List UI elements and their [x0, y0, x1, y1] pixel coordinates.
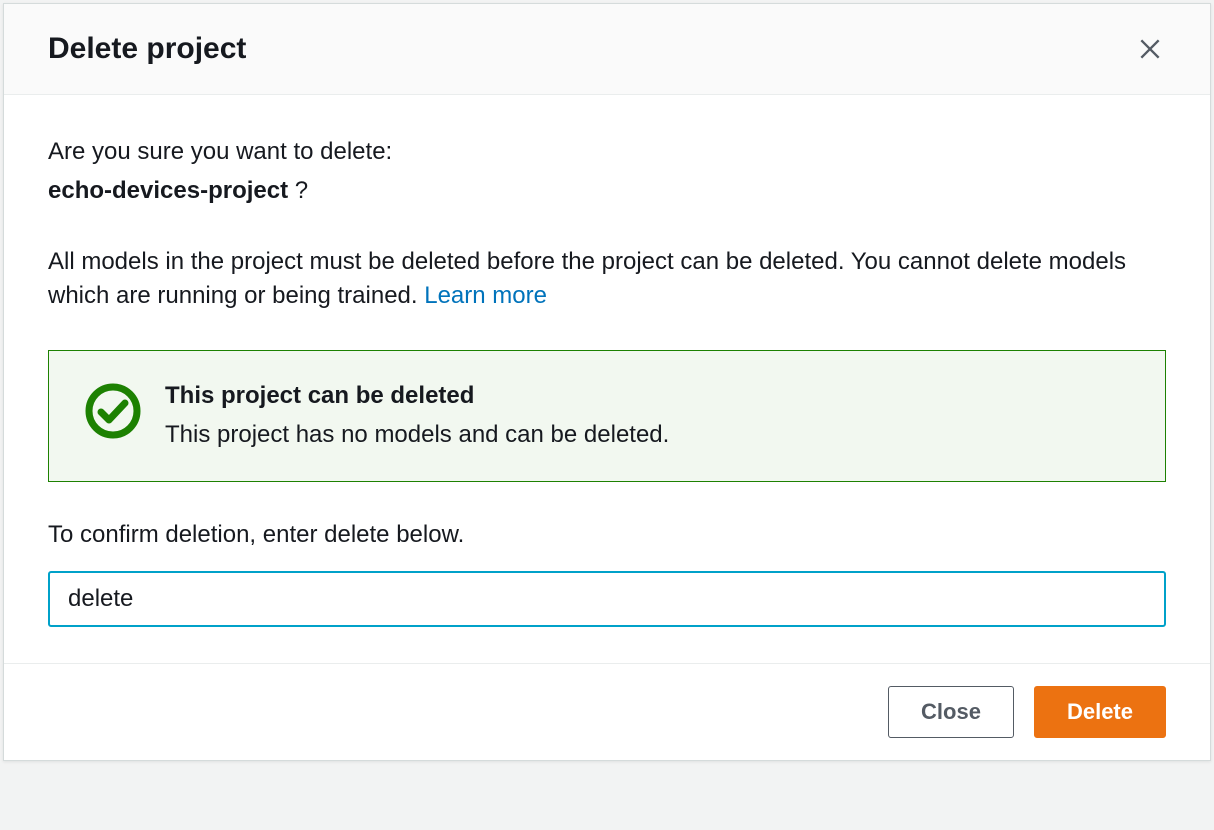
checkmark-circle-icon — [85, 383, 141, 439]
delete-project-modal: Delete project Are you sure you want to … — [3, 3, 1211, 761]
delete-button[interactable]: Delete — [1034, 686, 1166, 738]
modal-title: Delete project — [48, 32, 246, 66]
modal-header: Delete project — [4, 4, 1210, 95]
alert-title: This project can be deleted — [165, 379, 1129, 414]
question-suffix: ? — [288, 177, 308, 204]
modal-body: Are you sure you want to delete: echo-de… — [4, 95, 1210, 663]
background-obscured-row — [0, 806, 1214, 830]
close-button[interactable]: Close — [888, 686, 1014, 738]
modal-footer: Close Delete — [4, 663, 1210, 760]
learn-more-link[interactable]: Learn more — [424, 282, 547, 309]
close-icon[interactable] — [1134, 33, 1166, 65]
info-text: All models in the project must be delete… — [48, 248, 1126, 310]
confirm-instruction: To confirm deletion, enter delete below. — [48, 518, 1166, 553]
project-name: echo-devices-project — [48, 177, 288, 204]
project-name-line: echo-devices-project ? — [48, 174, 1166, 209]
confirm-delete-input[interactable] — [48, 571, 1166, 627]
confirm-question: Are you sure you want to delete: — [48, 135, 1166, 170]
success-alert: This project can be deleted This project… — [48, 350, 1166, 482]
alert-text: This project can be deleted This project… — [165, 379, 1129, 453]
info-paragraph: All models in the project must be delete… — [48, 245, 1166, 315]
alert-description: This project has no models and can be de… — [165, 418, 1129, 453]
